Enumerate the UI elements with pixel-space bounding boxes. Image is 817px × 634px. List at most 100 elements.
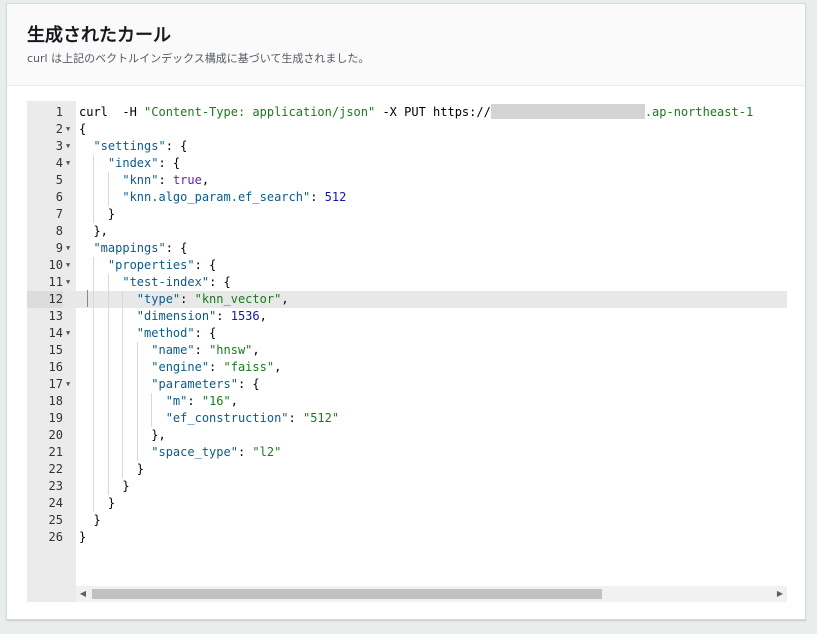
line-code: }	[79, 495, 115, 512]
code-line[interactable]: 6 "knn.algo_param.ef_search": 512	[27, 189, 787, 206]
code-token: "512"	[302, 411, 340, 425]
line-number: 16	[48, 360, 63, 374]
code-token: "properties"	[107, 258, 195, 272]
line-number: 22	[48, 462, 63, 476]
code-line[interactable]: 22 }	[27, 461, 787, 478]
code-line[interactable]: 18 "m": "16",	[27, 393, 787, 410]
code-line[interactable]: 23 }	[27, 478, 787, 495]
code-token: "mappings"	[93, 241, 166, 255]
line-number: 10	[48, 258, 63, 272]
fold-arrow-icon[interactable]: ▼	[66, 274, 74, 291]
code-token: : {	[194, 258, 217, 272]
code-line[interactable]: 5 "knn": true,	[27, 172, 787, 189]
code-editor[interactable]: 1 curl -H "Content-Type: application/json…	[27, 101, 787, 602]
indent-guide	[122, 291, 124, 478]
code-token: }	[79, 207, 116, 221]
generated-curl-panel: 生成されたカール curl は上記のベクトルインデックス構成に基づいて生成されま…	[6, 3, 806, 620]
text-cursor	[87, 290, 88, 307]
scroll-right-icon[interactable]: ▶	[773, 586, 787, 602]
code-token: :	[288, 411, 303, 425]
code-token: : {	[158, 156, 181, 170]
fold-arrow-icon[interactable]: ▼	[66, 121, 74, 138]
code-token: "knn_vector"	[194, 292, 282, 306]
line-code: "knn.algo_param.ef_search": 512	[79, 189, 346, 206]
fold-arrow-icon[interactable]: ▼	[66, 240, 74, 257]
code-line[interactable]: 26}	[27, 529, 787, 546]
code-line[interactable]: 14 ▼ "method": {	[27, 325, 787, 342]
code-token: "space_type"	[151, 445, 238, 459]
code-line[interactable]: 24 }	[27, 495, 787, 512]
code-token: "l2"	[252, 445, 282, 459]
code-token: }	[79, 462, 145, 476]
line-number: 4	[55, 156, 63, 170]
code-line[interactable]: 8 },	[27, 223, 787, 240]
code-line[interactable]: 10 ▼ "properties": {	[27, 257, 787, 274]
scrollbar-thumb[interactable]	[92, 589, 602, 599]
code-line[interactable]: 16 "engine": "faiss",	[27, 359, 787, 376]
fold-arrow-icon[interactable]: ▼	[66, 257, 74, 274]
code-token: "engine"	[151, 360, 210, 374]
indent-guide	[93, 155, 95, 223]
code-line[interactable]: 15 "name": "hnsw",	[27, 342, 787, 359]
code-token: 1536	[230, 309, 260, 323]
line-code: "parameters": {	[79, 376, 260, 393]
code-line[interactable]: 1 curl -H "Content-Type: application/json…	[27, 104, 787, 121]
line-code: "space_type": "l2"	[79, 444, 281, 461]
code-line[interactable]: 11 ▼ "test-index": {	[27, 274, 787, 291]
indent-guide	[136, 342, 138, 461]
fold-arrow-icon[interactable]: ▼	[66, 155, 74, 172]
code-line[interactable]: 17 ▼ "parameters": {	[27, 376, 787, 393]
code-line[interactable]: 13 "dimension": 1536,	[27, 308, 787, 325]
line-code: "method": {	[79, 325, 216, 342]
line-code: curl -H "Content-Type: application/json"…	[79, 104, 753, 121]
code-token: :	[310, 190, 325, 204]
code-line[interactable]: 7 }	[27, 206, 787, 223]
code-token: {	[79, 122, 87, 136]
code-line[interactable]: 2 ▼ {	[27, 121, 787, 138]
line-number: 3	[55, 139, 63, 153]
fold-arrow-icon[interactable]: ▼	[66, 138, 74, 155]
code-token: : {	[237, 377, 260, 391]
line-code: }	[79, 461, 144, 478]
code-token: :	[216, 309, 231, 323]
code-token: ,	[259, 309, 267, 323]
code-token: 512	[324, 190, 347, 204]
code-line[interactable]: 12 "type": "knn_vector",	[27, 291, 787, 308]
line-number: 26	[48, 530, 63, 544]
line-code: },	[79, 223, 107, 240]
code-line[interactable]: 3 ▼ "settings": {	[27, 138, 787, 155]
code-token: true	[172, 173, 202, 187]
code-token: ,	[230, 394, 238, 408]
code-line[interactable]: 21 "space_type": "l2"	[27, 444, 787, 461]
line-number: 20	[48, 428, 63, 442]
code-token: ,	[201, 173, 210, 187]
line-number: 5	[55, 173, 63, 187]
fold-arrow-icon[interactable]: ▼	[66, 325, 74, 342]
panel-description: curl は上記のベクトルインデックス構成に基づいて生成されました。	[27, 52, 370, 65]
code-line[interactable]: 9 ▼ "mappings": {	[27, 240, 787, 257]
code-line[interactable]: 25 }	[27, 512, 787, 529]
scroll-left-icon[interactable]: ◀	[76, 586, 90, 602]
code-token: :	[158, 173, 173, 187]
code-token: "16"	[201, 394, 231, 408]
line-number: 15	[48, 343, 63, 357]
code-line[interactable]: 4 ▼ "index": {	[27, 155, 787, 172]
code-token: "test-index"	[122, 275, 210, 289]
line-number: 14	[48, 326, 63, 340]
line-number: 24	[48, 496, 63, 510]
code-line[interactable]: 19 "ef_construction": "512"	[27, 410, 787, 427]
line-code: "type": "knn_vector",	[79, 291, 289, 308]
fold-arrow-icon[interactable]: ▼	[66, 376, 74, 393]
code-token: : {	[194, 326, 217, 340]
line-code: "knn": true,	[79, 172, 209, 189]
code-token: "type"	[136, 292, 181, 306]
horizontal-scrollbar[interactable]: ◀ ▶	[76, 586, 787, 602]
indent-guide	[151, 393, 153, 427]
code-line[interactable]: 20 },	[27, 427, 787, 444]
